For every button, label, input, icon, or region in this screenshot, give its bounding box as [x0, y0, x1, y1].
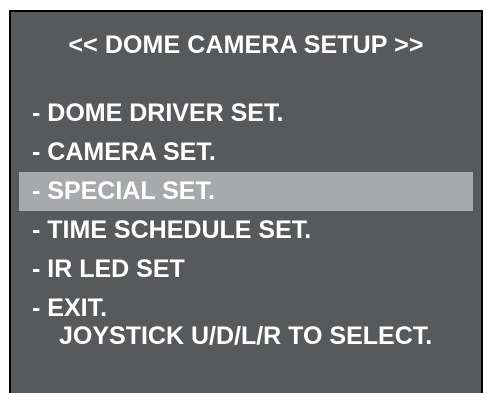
menu-list: - DOME DRIVER SET. - CAMERA SET. - SPECI…	[11, 94, 481, 328]
menu-item-ir-led-set[interactable]: - IR LED SET	[11, 250, 481, 289]
menu-title: << DOME CAMERA SETUP >>	[68, 31, 424, 59]
osd-menu-screen: << DOME CAMERA SETUP >> - DOME DRIVER SE…	[9, 10, 483, 393]
menu-item-special-set[interactable]: - SPECIAL SET.	[19, 172, 473, 211]
navigation-hint: JOYSTICK U/D/L/R TO SELECT.	[59, 322, 433, 350]
menu-item-dome-driver-set[interactable]: - DOME DRIVER SET.	[11, 94, 481, 133]
menu-item-time-schedule-set[interactable]: - TIME SCHEDULE SET.	[11, 211, 481, 250]
menu-item-camera-set[interactable]: - CAMERA SET.	[11, 133, 481, 172]
